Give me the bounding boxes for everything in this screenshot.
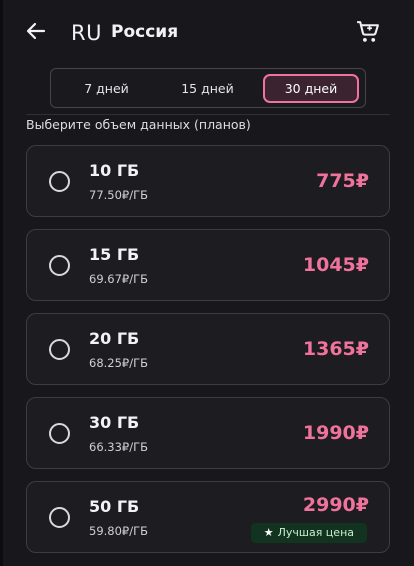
plan-price: 2990₽ — [302, 494, 369, 516]
window-edge — [0, 0, 3, 566]
plan-card-20gb[interactable]: 20 ГБ 68.25₽/ГБ 1365₽ — [26, 313, 390, 385]
country-code: RU — [71, 21, 102, 45]
app-screen: RU Россия 7 дней 15 дней 30 дней Выберит… — [0, 0, 414, 566]
section-label: Выберите объем данных (планов) — [26, 117, 251, 132]
duration-tabs: 7 дней 15 дней 30 дней — [50, 68, 366, 108]
tab-15-days[interactable]: 15 дней — [169, 74, 246, 103]
plan-price: 1990₽ — [302, 422, 369, 444]
plan-price-per-gb: 59.80₽/ГБ — [89, 524, 149, 538]
tab-7-days[interactable]: 7 дней — [68, 74, 145, 103]
star-icon: ★ — [263, 526, 274, 539]
plan-amount: 20 ГБ — [89, 329, 140, 348]
divider — [26, 114, 390, 115]
best-price-badge: ★ Лучшая цена — [250, 523, 367, 543]
country-name: Россия — [111, 22, 179, 42]
badge-label: Лучшая цена — [277, 526, 354, 539]
plan-price-per-gb: 69.67₽/ГБ — [89, 272, 149, 286]
tab-30-days[interactable]: 30 дней — [263, 74, 359, 103]
plan-price: 1365₽ — [302, 338, 369, 360]
plan-amount: 10 ГБ — [89, 161, 140, 180]
plan-card-50gb[interactable]: 50 ГБ 59.80₽/ГБ 2990₽ ★ Лучшая цена — [26, 481, 390, 553]
plan-price: 775₽ — [316, 170, 369, 192]
radio-button[interactable] — [49, 255, 70, 276]
plan-price: 1045₽ — [302, 254, 369, 276]
radio-button[interactable] — [49, 423, 70, 444]
shopping-cart-icon[interactable] — [355, 19, 380, 44]
radio-button[interactable] — [49, 507, 70, 528]
plan-card-15gb[interactable]: 15 ГБ 69.67₽/ГБ 1045₽ — [26, 229, 390, 301]
plan-card-30gb[interactable]: 30 ГБ 66.33₽/ГБ 1990₽ — [26, 397, 390, 469]
plan-price-per-gb: 68.25₽/ГБ — [89, 356, 149, 370]
arrow-left-icon[interactable] — [24, 19, 48, 43]
plan-amount: 30 ГБ — [89, 413, 140, 432]
header: RU Россия — [0, 0, 414, 66]
plan-amount: 15 ГБ — [89, 245, 140, 264]
radio-button[interactable] — [49, 339, 70, 360]
plan-price-per-gb: 66.33₽/ГБ — [89, 440, 149, 454]
plan-card-10gb[interactable]: 10 ГБ 77.50₽/ГБ 775₽ — [26, 145, 390, 217]
radio-button[interactable] — [49, 171, 70, 192]
plan-price-per-gb: 77.50₽/ГБ — [89, 188, 149, 202]
plan-amount: 50 ГБ — [89, 497, 140, 516]
